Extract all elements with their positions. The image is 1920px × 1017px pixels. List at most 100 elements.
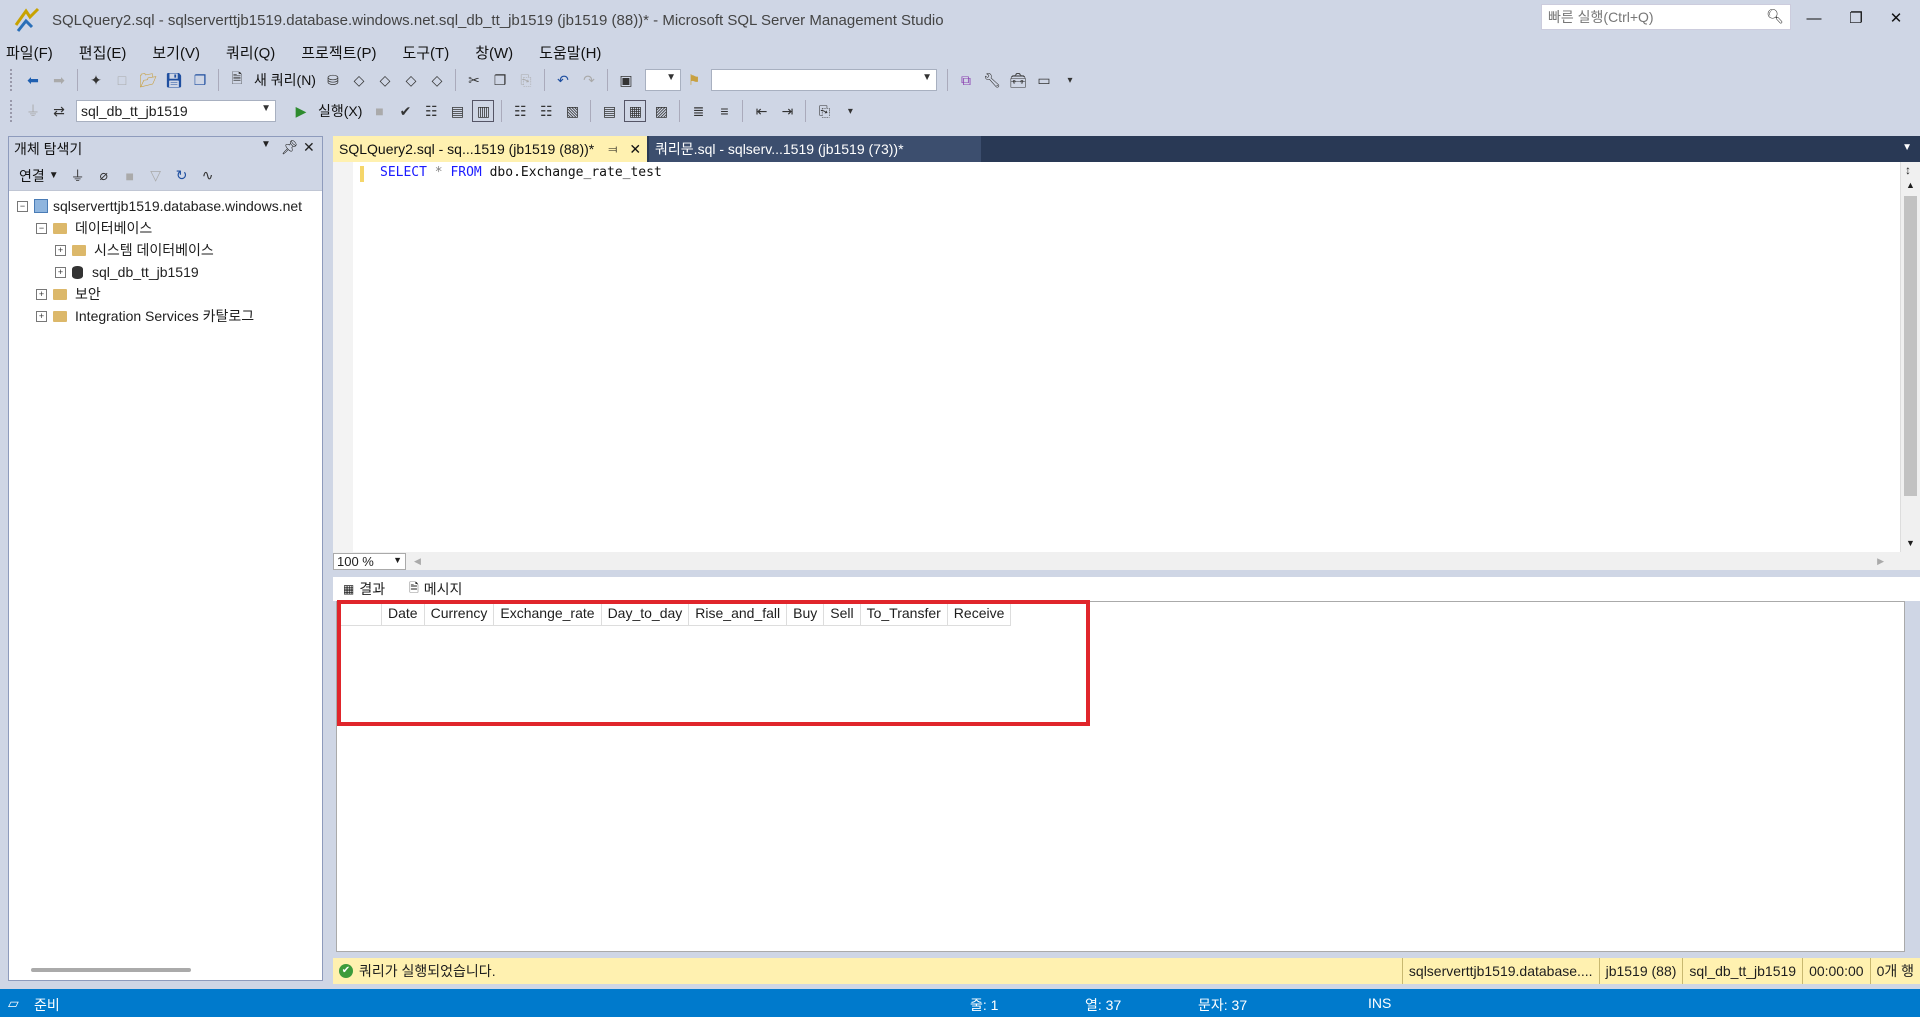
dmx-query-icon[interactable]: ◇ — [374, 69, 396, 91]
close-icon[interactable]: ✕ — [629, 141, 641, 158]
execute-icon[interactable]: ▶ — [290, 100, 312, 122]
database-dropdown[interactable]: sql_db_tt_jb1519 ▼ — [76, 100, 276, 122]
parse-icon[interactable]: ✔ — [394, 100, 416, 122]
dax-query-icon[interactable]: ◇ — [426, 69, 448, 91]
tab-results[interactable]: ▦ 결과 — [343, 579, 385, 599]
command-window-icon[interactable]: ▭ — [1033, 69, 1055, 91]
uncomment-icon[interactable]: ≡ — [713, 100, 735, 122]
menu-edit[interactable]: 편집(E) — [79, 42, 127, 63]
increase-indent-icon[interactable]: ⇥ — [776, 100, 798, 122]
redo-icon[interactable]: ↷ — [578, 69, 600, 91]
live-stats-icon[interactable]: ☷ — [535, 100, 557, 122]
database-engine-query-icon[interactable]: ⛁ — [322, 69, 344, 91]
code-line[interactable]: SELECT * FROM dbo.Exchange_rate_test — [380, 165, 662, 180]
plug-icon[interactable]: ⏚ — [67, 165, 89, 187]
xmla-query-icon[interactable]: ◇ — [400, 69, 422, 91]
scroll-down-icon[interactable]: ▼ — [1906, 538, 1915, 548]
tree-node-system-databases[interactable]: + 시스템 데이터베이스 — [9, 239, 322, 261]
menu-project[interactable]: 프로젝트(P) — [301, 42, 376, 63]
undo-icon[interactable]: ↶ — [552, 69, 574, 91]
specify-values-icon[interactable]: ⎘ — [813, 100, 835, 122]
expand-icon[interactable]: + — [36, 288, 47, 300]
open-file-icon[interactable]: 📂︎ — [137, 69, 159, 91]
results-to-file-icon[interactable]: ▥ — [472, 100, 495, 122]
execute-button[interactable]: 실행(X) — [318, 101, 362, 121]
change-connection-icon[interactable]: ⇄ — [48, 100, 70, 122]
collapse-icon[interactable]: − — [17, 200, 28, 212]
horizontal-scrollbar[interactable] — [31, 968, 191, 972]
tab-sqlquery2[interactable]: SQLQuery2.sql - sq...1519 (jb1519 (88))*… — [333, 136, 648, 162]
scroll-thumb[interactable] — [1904, 196, 1917, 496]
menu-query[interactable]: 쿼리(Q) — [226, 42, 275, 63]
tree-node-user-db[interactable]: + sql_db_tt_jb1519 — [9, 261, 322, 283]
client-stats-icon[interactable]: ▧ — [561, 100, 583, 122]
tree-node-security[interactable]: + 보안 — [9, 283, 322, 305]
pin-icon[interactable]: 📌︎ — [281, 139, 299, 156]
menu-tools[interactable]: 도구(T) — [402, 42, 449, 63]
tree-node-databases[interactable]: − 데이터베이스 — [9, 217, 322, 239]
menu-window[interactable]: 창(W) — [475, 42, 513, 63]
panel-menu-icon[interactable]: ▼ — [261, 139, 271, 150]
scroll-left-icon[interactable]: ◀ — [414, 556, 421, 567]
wrench-icon[interactable]: 🔧︎ — [981, 69, 1003, 91]
tab-query-file[interactable]: 쿼리문.sql - sqlserv...1519 (jb1519 (73))* — [649, 136, 982, 162]
vertical-scrollbar[interactable]: ↕ ▲ ▼ — [1900, 162, 1920, 552]
activity-monitor-icon[interactable]: ▣ — [615, 69, 637, 91]
connect-button[interactable]: 연결 — [19, 166, 45, 186]
tree-node-integration[interactable]: + Integration Services 카탈로그 — [9, 305, 322, 327]
forward-icon[interactable]: ➡ — [48, 69, 70, 91]
find-icon[interactable]: ⚑ — [683, 69, 705, 91]
back-icon[interactable]: ⬅ — [22, 69, 44, 91]
expand-icon[interactable]: + — [36, 310, 47, 322]
save-icon[interactable]: 💾︎ — [163, 69, 185, 91]
restore-button[interactable]: ❐ — [1838, 6, 1874, 32]
disconnect-icon[interactable]: ⌀ — [93, 165, 115, 187]
filter-icon[interactable]: ▽ — [145, 165, 167, 187]
toolbar-overflow-icon[interactable]: ▾ — [839, 100, 861, 122]
toolbox-icon[interactable]: 🧰︎ — [1007, 69, 1029, 91]
menu-file[interactable]: 파일(F) — [6, 42, 53, 63]
new-item-icon[interactable]: □ — [111, 69, 133, 91]
toolbar-overflow-icon[interactable]: ▾ — [1059, 69, 1081, 91]
decrease-indent-icon[interactable]: ⇤ — [750, 100, 772, 122]
copy-icon[interactable]: ❐ — [489, 69, 511, 91]
comment-icon[interactable]: ≣ — [687, 100, 709, 122]
display-plan-icon[interactable]: ☷ — [420, 100, 442, 122]
expand-icon[interactable]: + — [55, 266, 66, 278]
tree-node-server[interactable]: − sqlserverttjb1519.database.windows.net — [9, 195, 322, 217]
refresh-icon[interactable]: ↻ — [171, 165, 193, 187]
stop-icon[interactable]: ■ — [119, 165, 141, 187]
save-all-icon[interactable]: ❐ — [189, 69, 211, 91]
new-query-button[interactable]: 새 쿼리(N) — [254, 70, 316, 90]
toolbar-grip[interactable] — [10, 69, 14, 91]
split-icon[interactable]: ↕ — [1905, 163, 1911, 177]
tab-list-icon[interactable]: ▼ — [1902, 142, 1912, 153]
close-window-button[interactable]: ✕ — [1878, 6, 1914, 32]
results-to-file2-icon[interactable]: ▨ — [650, 100, 672, 122]
new-query-icon[interactable]: 🗎︎ — [226, 69, 248, 91]
tab-messages[interactable]: 🗎︎ 메시지 — [409, 579, 462, 600]
collapse-icon[interactable]: − — [36, 222, 47, 234]
expand-icon[interactable]: + — [55, 244, 66, 256]
toolbar-grip[interactable] — [10, 100, 14, 122]
results-to-text-icon[interactable]: ▤ — [598, 100, 620, 122]
new-project-icon[interactable]: ✦ — [85, 69, 107, 91]
query-designer-icon[interactable]: ▤ — [446, 100, 468, 122]
scroll-up-icon[interactable]: ▲ — [1906, 180, 1915, 190]
quick-launch-input[interactable]: 빠른 실행(Ctrl+Q) 🔍︎ — [1541, 4, 1791, 30]
visual-studio-icon[interactable]: ⧉ — [955, 69, 977, 91]
solution-config-dropdown[interactable]: ▼ — [644, 69, 681, 91]
mdx-query-icon[interactable]: ◇ — [348, 69, 370, 91]
cancel-query-icon[interactable]: ■ — [368, 100, 390, 122]
query-editor[interactable]: SELECT * FROM dbo.Exchange_rate_test ↕ ▲… — [333, 162, 1920, 552]
scroll-right-icon[interactable]: ▶ — [1877, 556, 1884, 567]
actual-plan-icon[interactable]: ☷ — [509, 100, 531, 122]
chevron-down-icon[interactable]: ▼ — [49, 170, 59, 181]
menu-help[interactable]: 도움말(H) — [539, 42, 601, 63]
connect-icon[interactable]: ⏚ — [22, 100, 44, 122]
minimize-button[interactable]: — — [1796, 6, 1832, 32]
find-combo[interactable]: ▼ — [710, 69, 937, 91]
activity-icon[interactable]: ∿ — [197, 165, 219, 187]
results-to-grid-icon[interactable]: ▦ — [624, 100, 647, 122]
cut-icon[interactable]: ✂ — [463, 69, 485, 91]
